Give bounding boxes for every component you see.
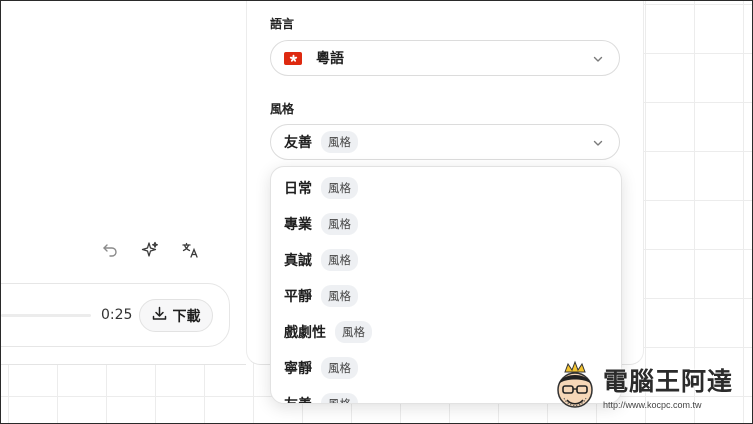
watermark-title: 電腦王阿達 xyxy=(603,367,734,396)
chevron-down-icon xyxy=(591,51,605,70)
style-option[interactable]: 專業 風格 xyxy=(284,212,358,236)
sparkle-icon[interactable] xyxy=(138,238,162,262)
undo-icon[interactable] xyxy=(98,238,122,262)
language-label: 語言 xyxy=(270,17,295,31)
download-label: 下載 xyxy=(172,308,201,325)
watermark-url: http://www.kocpc.com.tw xyxy=(603,400,702,410)
style-option[interactable]: 戲劇性 風格 xyxy=(284,320,372,344)
audio-player: 0:25 下載 xyxy=(0,283,230,347)
style-option[interactable]: 友善 風格 xyxy=(284,392,358,403)
style-select[interactable]: 友善 風格 xyxy=(270,124,620,160)
language-value: 粵語 xyxy=(316,51,344,67)
style-option[interactable]: 真誠 風格 xyxy=(284,248,358,272)
progress-bar[interactable] xyxy=(1,314,91,317)
style-option[interactable]: 日常 風格 xyxy=(284,176,358,200)
style-label: 風格 xyxy=(270,102,295,116)
hong-kong-flag-icon xyxy=(284,51,302,65)
style-option[interactable]: 寧靜 風格 xyxy=(284,356,358,380)
style-value: 友善 xyxy=(284,135,312,151)
style-option[interactable]: 平靜 風格 xyxy=(284,284,358,308)
mascot-logo xyxy=(550,360,600,418)
download-button[interactable]: 下載 xyxy=(139,299,213,332)
language-select[interactable]: 粵語 xyxy=(270,40,620,76)
chevron-down-icon xyxy=(591,135,605,154)
left-panel: 0:25 下載 xyxy=(0,0,246,365)
download-icon xyxy=(152,306,167,325)
style-value-tag: 風格 xyxy=(321,131,358,153)
playback-time: 0:25 xyxy=(101,307,133,323)
site-watermark: 電腦王阿達 http://www.kocpc.com.tw xyxy=(548,356,748,418)
translate-icon[interactable] xyxy=(178,238,202,262)
